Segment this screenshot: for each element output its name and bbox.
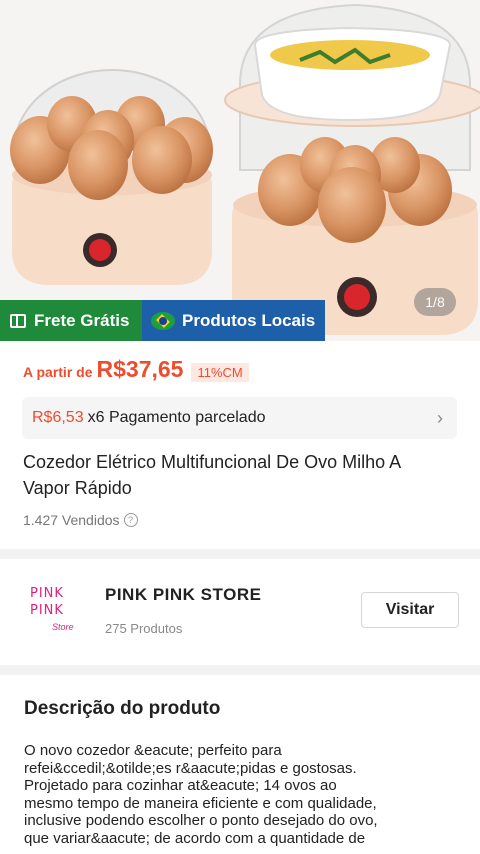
store-product-count: 275 Produtos: [105, 621, 183, 636]
product-image: [0, 0, 480, 341]
free-shipping-label: Frete Grátis: [34, 310, 130, 330]
installment-row[interactable]: R$6,53 x6 Pagamento parcelado ›: [22, 397, 457, 439]
price-row: A partir de R$37,65 11%CM: [23, 356, 249, 383]
description-text: O novo cozedor &eacute; perfeito para re…: [24, 742, 378, 847]
brazil-flag-icon: [151, 311, 175, 330]
sold-count: 1.427 Vendidos: [23, 512, 120, 528]
local-products-label: Produtos Locais: [182, 310, 316, 330]
store-name[interactable]: PINK PINK STORE: [105, 585, 261, 605]
product-title: Cozedor Elétrico Multifuncional De Ovo M…: [23, 452, 401, 498]
store-logo-text: PINK: [30, 586, 64, 601]
product-image-gallery[interactable]: 1/8: [0, 0, 480, 341]
installment-amount: R$6,53: [32, 409, 84, 426]
sold-count-row: 1.427 Vendidos ?: [23, 512, 138, 528]
discount-badge: 11%CM: [191, 363, 249, 382]
store-logo[interactable]: PINK PINK Store: [24, 582, 86, 640]
image-counter: 1/8: [414, 288, 456, 316]
free-shipping-badge: Frete Grátis: [0, 300, 142, 341]
description-title: Descrição do produto: [24, 698, 221, 719]
local-products-badge: Produtos Locais: [142, 300, 325, 341]
price-prefix: A partir de: [23, 364, 93, 380]
product-price: R$37,65: [96, 356, 184, 382]
store-logo-text: PINK: [30, 603, 64, 618]
store-logo-text: Store: [52, 622, 74, 632]
visit-store-button[interactable]: Visitar: [361, 592, 459, 628]
help-icon[interactable]: ?: [123, 513, 138, 527]
shipping-icon: [10, 313, 26, 328]
installment-text: x6 Pagamento parcelado: [87, 409, 266, 426]
chevron-right-icon: ›: [437, 408, 443, 428]
